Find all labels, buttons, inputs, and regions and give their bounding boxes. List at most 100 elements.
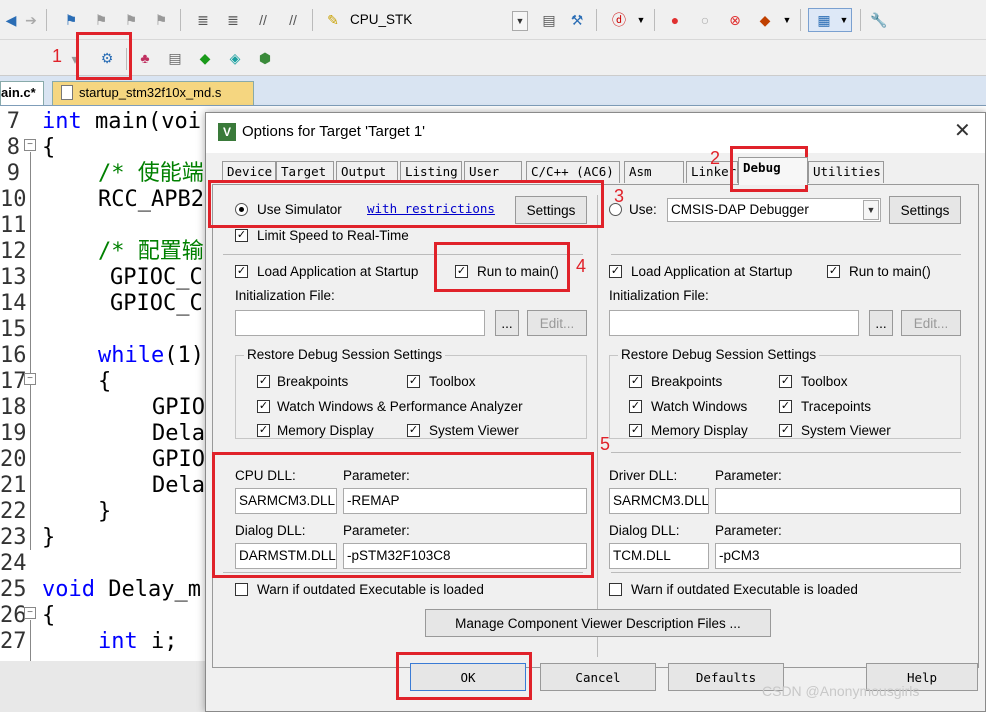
dialog-param-label-right: Parameter: [715,523,782,538]
pack-installer-icon[interactable]: ◆ [196,49,214,67]
nav-back-icon[interactable]: ◀ [2,11,20,29]
fold-marker[interactable]: − [24,607,36,619]
warn-outdated-checkbox[interactable] [235,583,248,596]
chevron-down-icon[interactable]: ▼ [863,200,879,220]
keil-app-icon: V [218,123,236,141]
prev-bookmark-icon[interactable]: ⚑ [92,11,110,29]
code-editor[interactable]: 7 8 9 10 11 12 13 14 15 16 17 18 19 20 21 22 23 24 25 26 27 … [0,106,208,661]
editor-horizontal-scrollbar[interactable] [0,661,208,712]
dialog-dll-input-right[interactable]: TCM.DLL [609,543,709,569]
cancel-button[interactable]: Cancel [540,663,656,691]
clear-breakpoints-icon[interactable]: ◆ [756,11,774,29]
init-file-edit-button[interactable]: Edit... [527,310,587,336]
configure-icon[interactable]: ⚒ [568,11,586,29]
tab-debug[interactable]: Debug [738,157,808,185]
debugger-select[interactable]: CMSIS-DAP Debugger [667,198,881,222]
line-number: 24 [0,551,27,576]
line-number: 10 [0,187,27,212]
tab-label: startup_stm32f10x_md.s [79,85,222,100]
warn-outdated-checkbox-right[interactable] [609,583,622,596]
disable-breakpoint-icon[interactable]: ○ [696,11,714,29]
manage-component-viewer-button[interactable]: Manage Component Viewer Description File… [425,609,771,637]
init-file-input[interactable] [235,310,485,336]
tab-label: ain.c* [1,85,36,100]
run-to-main-checkbox-right[interactable]: ✓ [827,265,840,278]
watch-windows-checkbox-right[interactable]: ✓ [629,400,642,413]
load-app-checkbox-right[interactable]: ✓ [609,265,622,278]
close-icon[interactable]: ✕ [954,121,971,141]
init-file-browse-button[interactable]: ... [495,310,519,336]
driver-param-input[interactable] [715,488,961,514]
line-number: 14 [0,291,27,316]
system-viewer-checkbox-right[interactable]: ✓ [779,424,792,437]
unindent-icon[interactable]: ≣ [224,11,242,29]
manage-project-icon[interactable]: ♣ [136,49,154,67]
toolbox-checkbox-right[interactable]: ✓ [779,375,792,388]
run-time-env-icon[interactable]: ⬢ [256,49,274,67]
memory-display-checkbox-right[interactable]: ✓ [629,424,642,437]
target-combo[interactable]: CPU_STK [318,8,530,32]
bookmark-icon[interactable]: ⚑ [62,11,80,29]
toolbox-checkbox[interactable]: ✓ [407,375,420,388]
tab-main-c[interactable]: ain.c* [0,81,44,105]
build-toolbar: ▾ ⚙ ♣ ▤ ◆ ◈ ⬢ [0,40,986,76]
driver-dll-label: Driver DLL: [609,468,678,483]
indent-icon[interactable]: ≣ [194,11,212,29]
tab-startup-file[interactable]: startup_stm32f10x_md.s [52,81,254,105]
line-number: 19 [0,421,27,446]
debug-start-icon[interactable]: ⓓ [610,11,628,29]
memory-display-checkbox[interactable]: ✓ [257,424,270,437]
file-icon [61,85,73,100]
init-file-browse-button-right[interactable]: ... [869,310,893,336]
debugger-settings-button[interactable]: Settings [889,196,961,224]
fold-marker[interactable]: − [24,139,36,151]
breakpoints-checkbox-right[interactable]: ✓ [629,375,642,388]
window-layout-button[interactable]: ▦ ▼ [808,8,852,32]
tab-label: Listing [405,164,458,179]
watch-windows-checkbox[interactable]: ✓ [257,400,270,413]
comment-icon[interactable]: // [254,11,272,29]
tracepoints-checkbox[interactable]: ✓ [779,400,792,413]
tab-asm[interactable]: Asm [624,161,684,183]
system-viewer-label: System Viewer [429,423,519,438]
tab-utilities[interactable]: Utilities [808,161,884,183]
fold-marker[interactable]: − [24,373,36,385]
dialog-param-input-right[interactable]: -pCM3 [715,543,961,569]
wrench-icon[interactable]: 🔧 [870,11,888,29]
limit-speed-checkbox[interactable]: ✓ [235,229,248,242]
kill-breakpoints-icon[interactable]: ⊗ [726,11,744,29]
toolbox-label: Toolbox [429,374,476,389]
init-file-input-right[interactable] [609,310,859,336]
highlight-box-3 [208,180,604,228]
driver-dll-input[interactable]: SARMCM3.DLL [609,488,709,514]
code-comment: /* 配置输 [98,239,204,264]
line-number: 21 [0,473,27,498]
file-icon[interactable]: ▤ [540,11,558,29]
window-icon: ▦ [817,12,831,28]
init-file-label: Initialization File: [235,288,335,303]
load-app-checkbox[interactable]: ✓ [235,265,248,278]
button-label: ... [875,315,887,331]
uncomment-icon[interactable]: // [284,11,302,29]
breakpoint-icon[interactable]: ● [666,11,684,29]
next-bookmark-icon[interactable]: ⚑ [122,11,140,29]
stack-icon[interactable]: ▤ [166,49,184,67]
highlight-box-4 [434,242,570,292]
debug-dropdown-icon[interactable]: ▼ [632,11,650,29]
breakpoints-checkbox[interactable]: ✓ [257,375,270,388]
annotation-number-5: 5 [600,434,611,454]
tab-label: User [469,164,500,179]
select-packs-icon[interactable]: ◈ [226,49,244,67]
target-dropdown-arrow[interactable]: ▼ [512,11,528,31]
nav-forward-icon[interactable]: ➔ [22,11,40,29]
button-label: ... [501,315,513,331]
chevron-down-icon: ▼ [839,15,849,25]
breakpoint-dropdown-icon[interactable]: ▼ [778,11,796,29]
limit-speed-label: Limit Speed to Real-Time [257,228,409,243]
clear-bookmarks-icon[interactable]: ⚑ [152,11,170,29]
code-text: Dela [152,473,205,498]
use-label: Use: [629,202,657,217]
line-number: 17 [0,369,27,394]
init-file-edit-button-right[interactable]: Edit... [901,310,961,336]
system-viewer-checkbox[interactable]: ✓ [407,424,420,437]
